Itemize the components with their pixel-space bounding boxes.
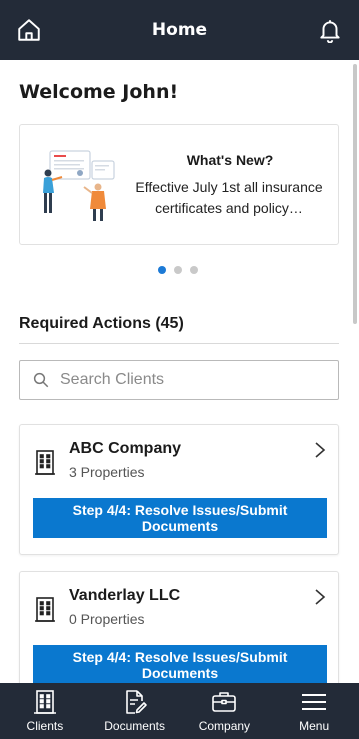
nav-label: Company [198,719,251,733]
home-content[interactable]: Welcome John! What's New? Effective July… [0,60,359,683]
bell-icon[interactable] [317,17,343,43]
nav-item-clients[interactable]: Clients [0,683,90,739]
search-input[interactable] [60,371,310,389]
nav-label: Clients [26,719,64,733]
welcome-heading: Welcome John! [19,81,179,103]
carousel-dot[interactable] [174,266,182,274]
briefcase-icon [212,692,237,712]
building-icon [35,597,55,622]
building-icon [35,450,55,475]
required-actions-heading: Required Actions (45) [19,315,184,332]
document-edit-icon [125,690,147,714]
nav-label: Menu [299,719,330,733]
carousel-dot[interactable] [158,266,166,274]
team-presentation-illustration [43,150,115,221]
chevron-right-icon[interactable] [314,441,326,459]
client-name: ABC Company [69,440,182,457]
scrollbar[interactable] [353,64,357,324]
client-name: Vanderlay LLC [69,587,181,604]
client-card[interactable]: ABC Company 3 Properties Step 4/4: Resol… [19,424,339,555]
search-box[interactable] [19,360,339,400]
bottom-navigation: Clients Documents Company Menu [0,683,359,739]
search-icon [33,372,49,388]
carousel-dot[interactable] [190,266,198,274]
nav-item-company[interactable]: Company [180,683,270,739]
whats-new-card[interactable]: What's New? Effective July 1st all insur… [19,124,339,245]
nav-item-menu[interactable]: Menu [269,683,359,739]
page-title: Home [151,20,208,40]
chevron-right-icon[interactable] [314,588,326,606]
divider [19,343,339,344]
hamburger-menu-icon [302,694,327,710]
resolve-issues-button[interactable]: Step 4/4: Resolve Issues/Submit Document… [33,498,327,538]
news-title: What's New? [186,152,274,168]
client-card[interactable]: Vanderlay LLC 0 Properties Step 4/4: Res… [19,571,339,683]
carousel-pagination[interactable] [158,266,198,274]
building-icon [33,690,56,714]
app-header: Home [0,0,359,60]
nav-item-documents[interactable]: Documents [90,683,180,739]
home-icon[interactable] [16,17,42,43]
resolve-issues-button[interactable]: Step 4/4: Resolve Issues/Submit Document… [33,645,327,683]
nav-label: Documents [104,719,165,733]
client-property-count: 0 Properties [69,611,145,627]
client-property-count: 3 Properties [69,464,145,480]
news-body: Effective July 1st all insurance certifi… [135,179,323,216]
